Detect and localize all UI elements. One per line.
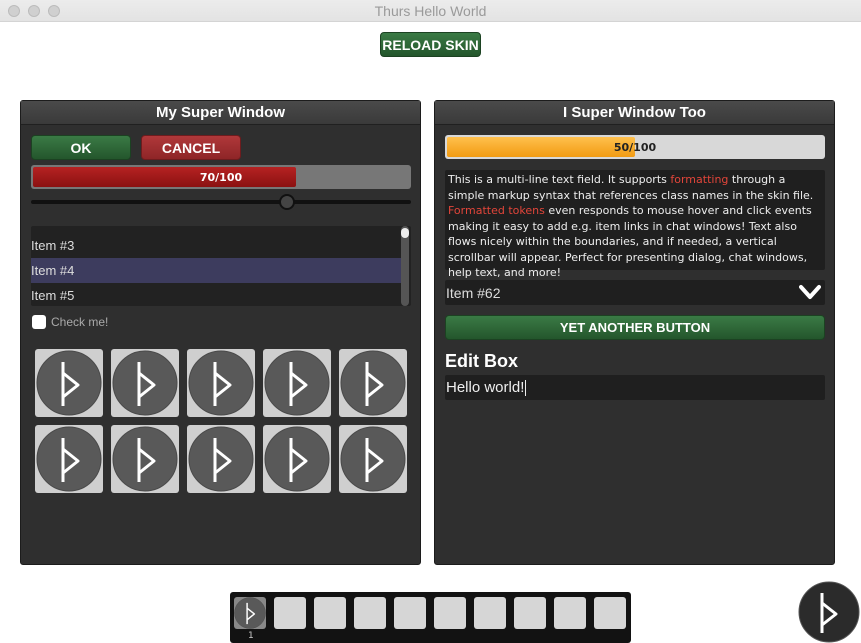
edit-box-value: Hello world!: [446, 379, 525, 396]
ok-button[interactable]: OK: [31, 135, 131, 160]
hotbar-slot[interactable]: [274, 597, 306, 629]
inventory-slot[interactable]: [339, 349, 407, 417]
list-item-selected[interactable]: Item #4: [31, 258, 401, 283]
panel-title: I Super Window Too: [435, 101, 834, 125]
edit-box-label: Edit Box: [445, 351, 519, 371]
hotbar-slot[interactable]: [394, 597, 426, 629]
rune-icon: [188, 426, 254, 492]
text-segment: This is a multi-line text field. It supp…: [448, 173, 671, 186]
rune-icon: [36, 350, 102, 416]
inventory-slot[interactable]: [339, 425, 407, 493]
list-scrollbar[interactable]: [401, 226, 409, 306]
list-item[interactable]: Item #3: [31, 233, 401, 258]
cancel-button[interactable]: CANCEL: [141, 135, 241, 160]
window-title: Thurs Hello World: [374, 3, 487, 19]
chevron-down-icon: [799, 285, 821, 299]
yet-another-button[interactable]: YET ANOTHER BUTTON: [445, 315, 825, 340]
slider-handle[interactable]: [278, 194, 295, 210]
hotbar-slot[interactable]: [514, 597, 546, 629]
rune-icon[interactable]: [798, 581, 860, 643]
dropdown-value: Item #62: [446, 284, 501, 301]
item-dropdown[interactable]: Item #62: [445, 280, 825, 305]
inventory-slot[interactable]: [187, 425, 255, 493]
progress-text: 50/100: [613, 140, 657, 154]
multiline-text-field[interactable]: This is a multi-line text field. It supp…: [445, 170, 825, 279]
window-titlebar: Thurs Hello World: [0, 0, 861, 22]
health-progress-bar: 70/100: [31, 165, 411, 189]
hotbar-slot[interactable]: [554, 597, 586, 629]
rune-icon: [340, 350, 406, 416]
panel-title: My Super Window: [21, 101, 420, 125]
hotbar-slot[interactable]: [234, 597, 266, 629]
rune-icon: [234, 597, 266, 629]
formatted-tokens-link[interactable]: Formatted tokens: [448, 204, 545, 217]
formatting-link[interactable]: formatting: [670, 173, 728, 186]
rune-icon: [112, 350, 178, 416]
checkbox-label: Check me!: [51, 315, 109, 329]
hotbar-slot[interactable]: [354, 597, 386, 629]
rune-icon: [264, 350, 330, 416]
text-caret: [525, 379, 527, 396]
i-super-window-too: I Super Window Too 50/100 This is a mult…: [434, 100, 835, 565]
hotbar-slot[interactable]: [314, 597, 346, 629]
reload-skin-button[interactable]: RELOAD SKIN: [380, 32, 481, 57]
inventory-slot[interactable]: [35, 349, 103, 417]
list-item-label: Item #4: [31, 263, 75, 278]
list-item-label: Item #5: [31, 288, 75, 303]
inventory-slot[interactable]: [263, 349, 331, 417]
hotbar-slot[interactable]: [474, 597, 506, 629]
slot-count: 1: [248, 631, 254, 641]
inventory-slot[interactable]: [111, 349, 179, 417]
hotbar-slot[interactable]: [434, 597, 466, 629]
hotbar-slot[interactable]: [594, 597, 626, 629]
rune-icon: [340, 426, 406, 492]
edit-box-input[interactable]: Hello world!: [445, 375, 825, 400]
rune-icon: [188, 350, 254, 416]
inventory-slot[interactable]: [263, 425, 331, 493]
inventory-slot[interactable]: [35, 425, 103, 493]
list-item-label: Item #3: [31, 238, 75, 253]
my-super-window: My Super Window OK CANCEL 70/100 Item #3…: [20, 100, 421, 565]
slider-track[interactable]: [31, 200, 411, 204]
rune-icon: [112, 426, 178, 492]
xp-progress-bar: 50/100: [445, 135, 825, 159]
rune-icon: [264, 426, 330, 492]
list-item[interactable]: Item #5: [31, 283, 401, 306]
scrollbar-thumb[interactable]: [401, 228, 409, 238]
item-list: Item #3 Item #4 Item #5: [31, 226, 411, 306]
progress-text: 70/100: [199, 170, 243, 184]
rune-icon: [36, 426, 102, 492]
check-me-checkbox[interactable]: [32, 315, 46, 329]
inventory-slot[interactable]: [111, 425, 179, 493]
hotbar: 1: [230, 592, 631, 643]
inventory-slot[interactable]: [187, 349, 255, 417]
